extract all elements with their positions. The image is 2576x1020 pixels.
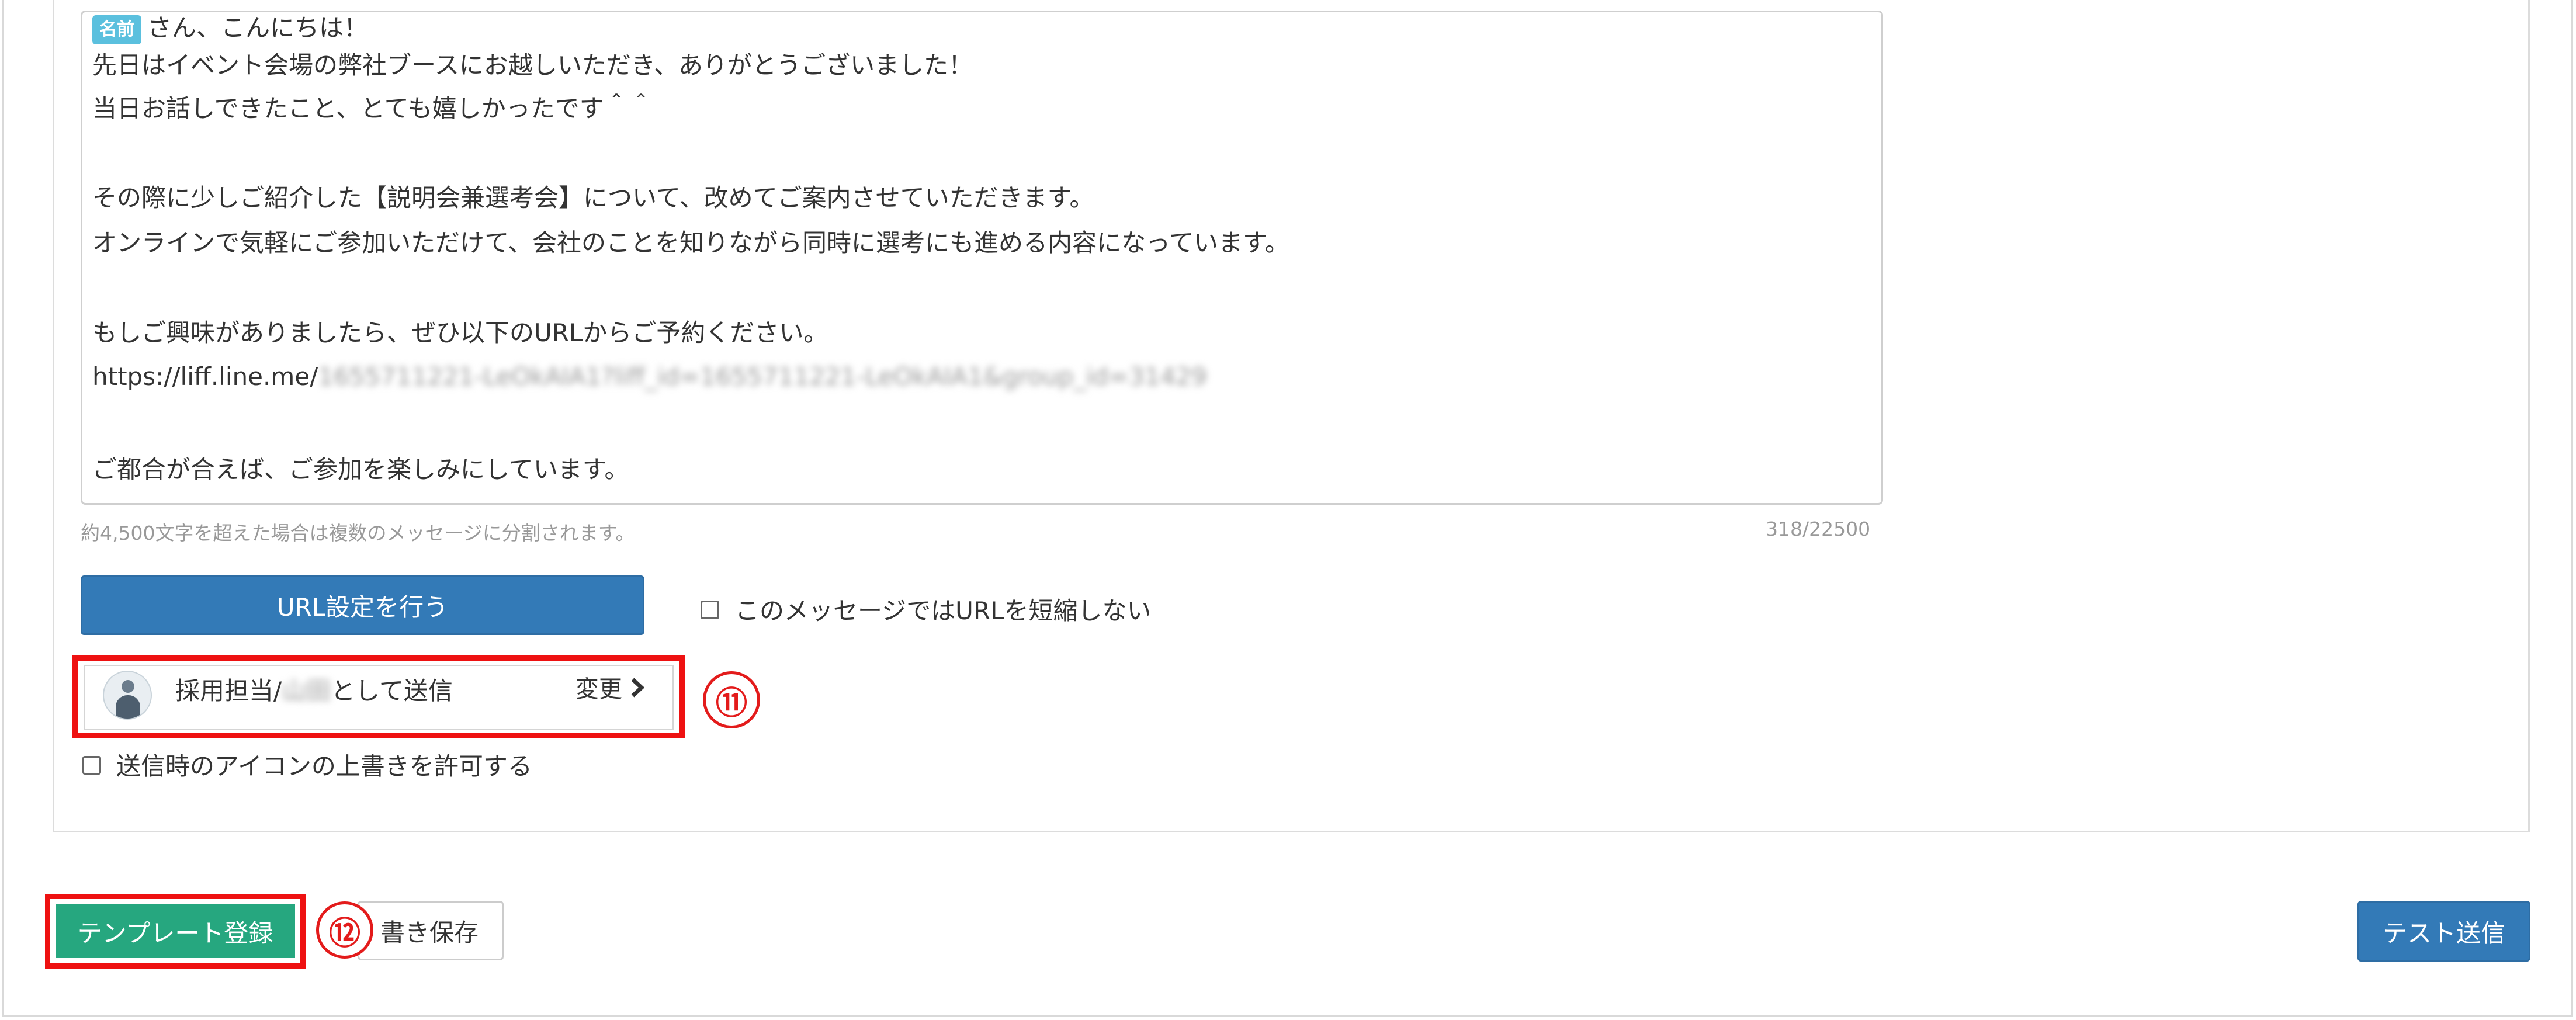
split-helper-text: 約4,500文字を超えた場合は複数のメッセージに分割されます。 xyxy=(81,522,635,544)
page: 名前 さん、こんにちは！ 先日はイベント会場の弊社ブースにお越しいただき、ありがと… xyxy=(0,0,2576,1020)
override-icon-checkbox[interactable] xyxy=(82,756,101,775)
url-blurred-text: 1655711221-LeOkAIA1?liff_id=1655711221-L… xyxy=(318,362,1207,391)
message-line: オンラインで気軽にご参加いただけて、会社のことを知りながら同時に選考にも進める内… xyxy=(92,228,1289,257)
override-icon-label: 送信時のアイコンの上書きを許可する xyxy=(116,752,532,780)
no-shorten-label: このメッセージではURLを短縮しない xyxy=(735,596,1152,625)
message-line: 先日はイベント会場の弊社ブースにお越しいただき、ありがとうございました！ xyxy=(92,51,973,79)
message-line-url: https://liff.line.me/1655711221-LeOkAIA1… xyxy=(92,360,1207,393)
message-line: ご都合が合えば、ご参加を楽しみにしています。 xyxy=(92,455,629,484)
url-text: https://liff.line.me/ xyxy=(92,362,318,391)
message-line-text: さん、こんにちは！ xyxy=(147,13,369,42)
annotation-highlight-template xyxy=(45,894,306,969)
no-shorten-checkbox[interactable] xyxy=(701,601,719,619)
draft-save-button[interactable]: 書き保存 xyxy=(358,901,504,960)
annotation-highlight-sender xyxy=(72,655,685,738)
message-line-greeting: 名前 さん、こんにちは！ xyxy=(92,12,368,44)
url-settings-button[interactable]: URL設定を行う xyxy=(81,575,644,635)
annotation-marker-12: ⑫ xyxy=(316,901,373,959)
char-counter: 318/22500 xyxy=(1766,518,1871,540)
message-line: その際に少しご紹介した【説明会兼選考会】について、改めてご案内させていただきます… xyxy=(92,183,1094,212)
annotation-marker-11: ⑪ xyxy=(703,671,760,728)
name-placeholder-tag[interactable]: 名前 xyxy=(92,15,141,44)
message-line: もしご興味がありましたら、ぜひ以下のURLからご予約ください。 xyxy=(92,318,828,347)
test-send-button[interactable]: テスト送信 xyxy=(2357,901,2530,962)
message-line: 当日お話しできたこと、とても嬉しかったです＾＾ xyxy=(92,94,653,123)
